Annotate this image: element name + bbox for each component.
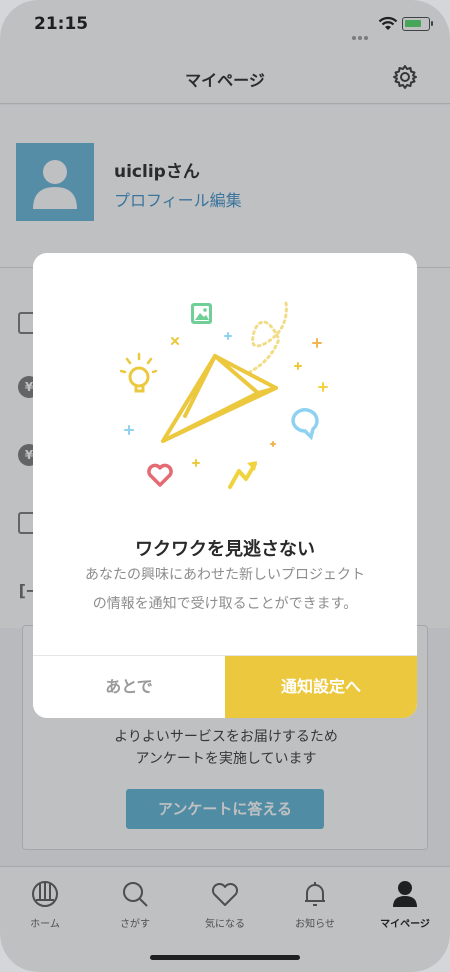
dialog-body-line-2: の情報を通知で受け取ることができます。	[92, 596, 358, 612]
dialog-title: ワクワクを見逃さない	[135, 539, 315, 560]
dialog-body-line-1: あなたの興味にあわせた新しいプロジェクト	[85, 567, 365, 583]
paper-plane-illustration	[119, 301, 328, 489]
dialog-actions: あとで 通知設定へ	[33, 655, 417, 718]
notification-prompt-dialog: ワクワクを見逃さない あなたの興味にあわせた新しいプロジェクト の情報を通知で受…	[33, 253, 417, 718]
later-button[interactable]: あとで	[33, 656, 225, 718]
light-bulb-icon	[119, 352, 158, 393]
dialog-body: あなたの興味にあわせた新しいプロジェクト の情報を通知で受け取ることができます。	[33, 561, 417, 619]
notification-settings-button[interactable]: 通知設定へ	[225, 656, 417, 718]
